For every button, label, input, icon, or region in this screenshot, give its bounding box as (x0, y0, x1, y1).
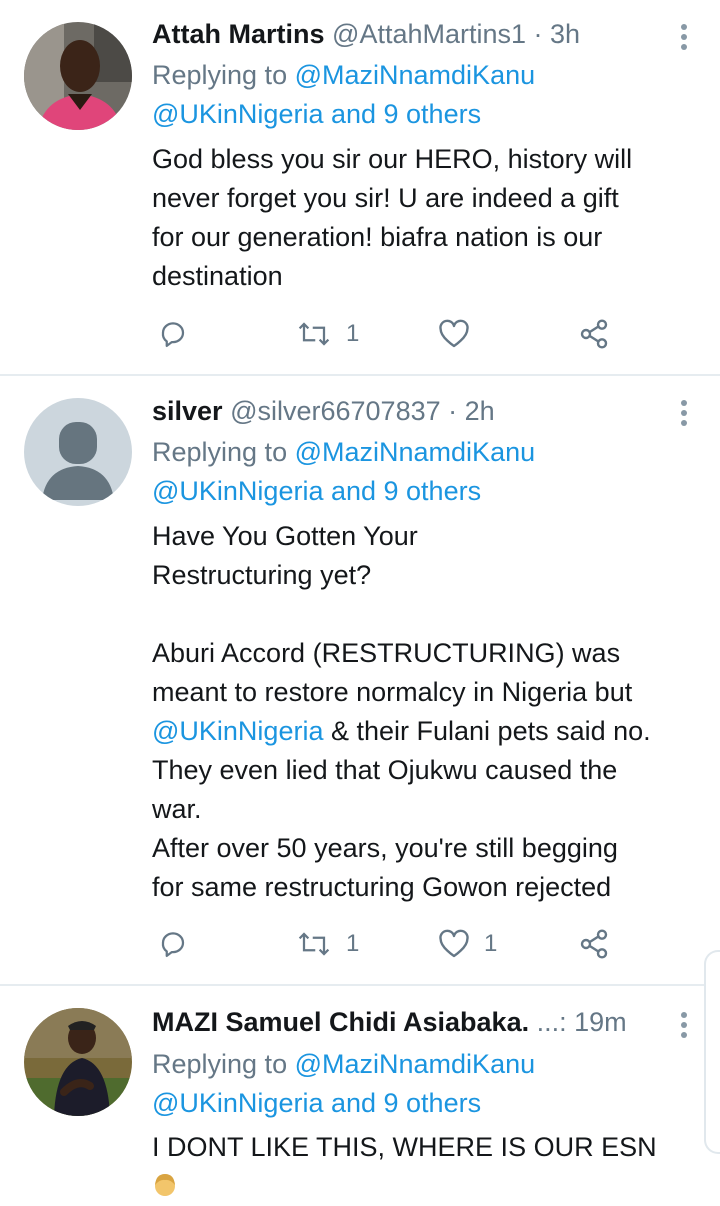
tweet-1[interactable]: Attah Martins @AttahMartins1 · 3h Replyi… (0, 0, 720, 374)
heart-icon (439, 929, 469, 958)
more-vertical-icon[interactable] (678, 400, 690, 430)
avatar[interactable] (24, 1008, 132, 1116)
retweet-count: 1 (346, 320, 360, 347)
text-line: meant to restore normalcy in Nigeria but (152, 677, 633, 707)
body-mention-link[interactable]: @UKinNigeria (152, 716, 323, 746)
reply-icon (161, 932, 185, 957)
mention-link[interactable]: @MaziNnamdiKanu (295, 1049, 536, 1079)
display-name[interactable]: silver (152, 396, 223, 426)
like-count: 1 (484, 930, 498, 957)
display-name[interactable]: Attah Martins (152, 19, 325, 49)
dot-separator: · (448, 396, 465, 426)
like-button[interactable] (438, 314, 484, 354)
text-line: for same restructuring Gowon rejected (152, 872, 612, 902)
handle[interactable]: @AttahMartins1 (332, 19, 526, 49)
text-line: I DONT LIKE THIS, WHERE IS OUR ESN (152, 1132, 657, 1162)
mention-link[interactable]: @MaziNnamdiKanu (295, 437, 536, 467)
share-button[interactable] (578, 314, 610, 354)
retweet-icon (298, 322, 330, 346)
text-line: After over 50 years, you're still beggin… (152, 833, 618, 863)
tweet-actions: 1 1 (152, 924, 632, 964)
scroll-handle[interactable] (704, 950, 720, 1154)
retweet-button[interactable]: 1 (296, 924, 359, 964)
tweet-header: MAZI Samuel Chidi Asiabaka. ...: 19m (152, 1003, 650, 1041)
tweet-text: God bless you sir our HERO, history will… (152, 140, 697, 296)
share-icon (580, 319, 608, 349)
tweet-text: I DONT LIKE THIS, WHERE IS OUR ESN (152, 1128, 697, 1206)
text-line: God bless you sir our HERO, history will (152, 144, 633, 174)
reply-button[interactable] (158, 314, 188, 354)
mention-others-link[interactable]: @UKinNigeria and 9 others (152, 99, 481, 129)
text-line: war. (152, 794, 202, 824)
tweet-3[interactable]: MAZI Samuel Chidi Asiabaka. ...: 19m Rep… (0, 986, 720, 1196)
replying-to: Replying to @MaziNnamdiKanu @UKinNigeria… (152, 1045, 535, 1123)
share-icon (580, 929, 608, 959)
timestamp[interactable]: 2h (465, 396, 495, 426)
retweet-icon (298, 932, 330, 956)
avatar[interactable] (24, 22, 132, 130)
reply-button[interactable] (158, 924, 188, 964)
emoji-line (152, 1167, 697, 1206)
mention-others-link[interactable]: @UKinNigeria and 9 others (152, 1088, 481, 1118)
mention-link[interactable]: @MaziNnamdiKanu (295, 60, 536, 90)
share-button[interactable] (578, 924, 610, 964)
mention-others-link[interactable]: @UKinNigeria and 9 others (152, 476, 481, 506)
emoji-icon (155, 1174, 175, 1196)
text-fragment: & their Fulani pets said no. (330, 716, 651, 746)
timestamp[interactable]: 19m (574, 1007, 627, 1037)
replying-to: Replying to @MaziNnamdiKanu @UKinNigeria… (152, 433, 535, 511)
more-vertical-icon[interactable] (678, 1012, 690, 1042)
text-line: never forget you sir! U are indeed a gif… (152, 183, 619, 213)
text-line: Aburi Accord (RESTRUCTURING) was (152, 638, 621, 668)
replying-prefix: Replying to (152, 1049, 288, 1079)
text-line: for our generation! biafra nation is our (152, 222, 603, 252)
avatar[interactable] (24, 398, 132, 506)
text-line: Restructuring yet? (152, 560, 372, 590)
handle[interactable]: @silver66707837 (230, 396, 441, 426)
tweet-actions: 1 (152, 314, 632, 354)
tweet-header: Attah Martins @AttahMartins1 · 3h (152, 15, 650, 53)
tweet-header: silver @silver66707837 · 2h (152, 392, 650, 430)
replying-prefix: Replying to (152, 60, 288, 90)
retweet-count: 1 (346, 930, 360, 957)
timestamp[interactable]: 3h (550, 19, 580, 49)
text-line: Have You Gotten Your (152, 521, 418, 551)
like-button[interactable]: 1 (438, 924, 497, 964)
text-line: They even lied that Ojukwu caused the (152, 755, 618, 785)
replying-to: Replying to @MaziNnamdiKanu @UKinNigeria… (152, 56, 535, 134)
tweet-text: Have You Gotten Your Restructuring yet? … (152, 517, 697, 907)
more-vertical-icon[interactable] (678, 24, 690, 54)
text-line-with-mention: @UKinNigeria & their Fulani pets said no… (152, 712, 697, 751)
retweet-button[interactable]: 1 (296, 314, 359, 354)
handle[interactable]: ...: (537, 1007, 567, 1037)
text-line: destination (152, 261, 283, 291)
dot-separator: · (533, 19, 551, 49)
display-name[interactable]: MAZI Samuel Chidi Asiabaka. (152, 1007, 529, 1037)
reply-icon (161, 322, 185, 347)
tweet-2[interactable]: silver @silver66707837 · 2h Replying to … (0, 376, 720, 984)
heart-icon (439, 319, 469, 348)
replying-prefix: Replying to (152, 437, 288, 467)
